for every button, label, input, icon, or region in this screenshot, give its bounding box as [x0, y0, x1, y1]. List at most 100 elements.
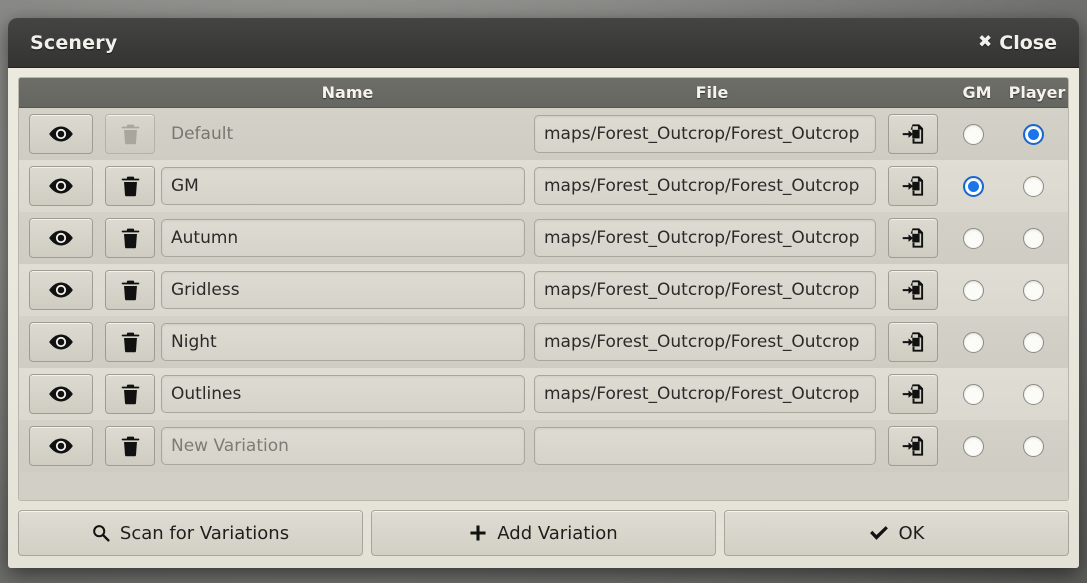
variation-name-input: Default	[171, 124, 234, 144]
file-import-icon	[902, 280, 924, 300]
file-import-icon	[902, 384, 924, 404]
ok-button-label: OK	[898, 522, 925, 544]
variation-file-input[interactable]: maps/Forest_Outcrop/Forest_Outcrop	[534, 271, 876, 309]
check-icon	[869, 525, 889, 542]
delete-variation-button[interactable]	[105, 322, 155, 362]
dialog-body: Name File GM Player Default maps/Forest_O…	[8, 68, 1079, 568]
variation-name-input[interactable]: Outlines	[161, 375, 525, 413]
trash-icon	[121, 280, 139, 300]
table-header: Name File GM Player	[19, 78, 1068, 108]
variation-name-input[interactable]: New Variation	[161, 427, 525, 465]
scan-for-variations-button[interactable]: Scan for Variations	[18, 510, 363, 556]
search-icon	[92, 524, 110, 542]
trash-icon	[121, 332, 139, 352]
table-row: Default maps/Forest_Outcrop/Forest_Outcro…	[19, 108, 1068, 160]
trash-icon	[121, 384, 139, 404]
file-import-icon	[902, 228, 924, 248]
trash-icon	[121, 228, 139, 248]
close-button[interactable]: ✖ Close	[970, 28, 1061, 58]
preview-variation-button[interactable]	[29, 114, 93, 154]
file-import-icon	[902, 124, 924, 144]
eye-icon	[49, 178, 73, 194]
file-import-icon	[902, 332, 924, 352]
delete-variation-button[interactable]	[105, 218, 155, 258]
eye-icon	[49, 334, 73, 350]
gm-radio[interactable]	[962, 435, 984, 457]
dialog-title: Scenery	[30, 31, 118, 54]
eye-icon	[49, 438, 73, 454]
variation-name-input[interactable]: Autumn	[161, 219, 525, 257]
player-radio[interactable]	[1022, 435, 1044, 457]
preview-variation-button[interactable]	[29, 218, 93, 258]
eye-icon	[49, 282, 73, 298]
ok-button[interactable]: OK	[724, 510, 1069, 556]
file-import-icon	[902, 436, 924, 456]
player-radio[interactable]	[1022, 227, 1044, 249]
close-button-label: Close	[999, 31, 1057, 54]
delete-variation-button[interactable]	[105, 166, 155, 206]
variation-file-input[interactable]: maps/Forest_Outcrop/Forest_Outcrop	[534, 167, 876, 205]
browse-file-button[interactable]	[888, 218, 938, 258]
preview-variation-button[interactable]	[29, 270, 93, 310]
eye-icon	[49, 230, 73, 246]
player-radio[interactable]	[1022, 331, 1044, 353]
variation-name-input[interactable]: GM	[161, 167, 525, 205]
browse-file-button[interactable]	[888, 166, 938, 206]
player-radio[interactable]	[1022, 383, 1044, 405]
delete-variation-button[interactable]	[105, 270, 155, 310]
player-radio[interactable]	[1022, 279, 1044, 301]
table-row: Autumn maps/Forest_Outcrop/Forest_Outcrop	[19, 212, 1068, 264]
scenery-dialog-window: Scenery ✖ Close Name File GM Player Defa…	[8, 18, 1079, 568]
variation-file-input[interactable]: maps/Forest_Outcrop/Forest_Outcrop	[534, 219, 876, 257]
preview-variation-button[interactable]	[29, 426, 93, 466]
preview-variation-button[interactable]	[29, 166, 93, 206]
gm-radio[interactable]	[962, 123, 984, 145]
table-row: Night maps/Forest_Outcrop/Forest_Outcrop	[19, 316, 1068, 368]
gm-radio[interactable]	[962, 331, 984, 353]
gm-radio[interactable]	[962, 383, 984, 405]
player-radio[interactable]	[1022, 123, 1044, 145]
delete-variation-button	[105, 114, 155, 154]
browse-file-button[interactable]	[888, 426, 938, 466]
delete-variation-button[interactable]	[105, 374, 155, 414]
eye-icon	[49, 386, 73, 402]
variation-file-input[interactable]: maps/Forest_Outcrop/Forest_Outcrop	[534, 323, 876, 361]
close-x-icon: ✖	[978, 32, 993, 52]
variations-panel: Name File GM Player Default maps/Forest_O…	[18, 77, 1069, 501]
column-header-gm: GM	[962, 83, 992, 102]
player-radio[interactable]	[1022, 175, 1044, 197]
browse-file-button[interactable]	[888, 270, 938, 310]
browse-file-button[interactable]	[888, 322, 938, 362]
column-header-file: File	[695, 83, 729, 102]
trash-icon	[121, 436, 139, 456]
preview-variation-button[interactable]	[29, 374, 93, 414]
browse-file-button[interactable]	[888, 374, 938, 414]
variations-row-list: Default maps/Forest_Outcrop/Forest_Outcro…	[19, 108, 1068, 472]
dialog-footer: Scan for Variations Add Variation OK	[18, 501, 1069, 556]
column-header-player: Player	[1008, 83, 1066, 102]
variation-file-input[interactable]: maps/Forest_Outcrop/Forest_Outcrop	[534, 115, 876, 153]
delete-variation-button[interactable]	[105, 426, 155, 466]
trash-icon	[121, 124, 139, 144]
variation-file-input[interactable]	[534, 427, 876, 465]
add-variation-button[interactable]: Add Variation	[371, 510, 716, 556]
table-row: GM maps/Forest_Outcrop/Forest_Outcrop	[19, 160, 1068, 212]
gm-radio[interactable]	[962, 279, 984, 301]
gm-radio[interactable]	[962, 227, 984, 249]
trash-icon	[121, 176, 139, 196]
table-row: Outlines maps/Forest_Outcrop/Forest_Outcr…	[19, 368, 1068, 420]
gm-radio[interactable]	[962, 175, 984, 197]
variation-name-input[interactable]: Gridless	[161, 271, 525, 309]
eye-icon	[49, 126, 73, 142]
plus-icon	[469, 524, 487, 542]
browse-file-button[interactable]	[888, 114, 938, 154]
column-header-name: Name	[321, 83, 374, 102]
preview-variation-button[interactable]	[29, 322, 93, 362]
variation-name-input[interactable]: Night	[161, 323, 525, 361]
scan-for-variations-button-label: Scan for Variations	[119, 522, 290, 544]
file-import-icon	[902, 176, 924, 196]
dialog-titlebar: Scenery ✖ Close	[8, 18, 1079, 68]
add-variation-button-label: Add Variation	[497, 522, 618, 544]
table-row: Gridless maps/Forest_Outcrop/Forest_Outcr…	[19, 264, 1068, 316]
variation-file-input[interactable]: maps/Forest_Outcrop/Forest_Outcrop	[534, 375, 876, 413]
